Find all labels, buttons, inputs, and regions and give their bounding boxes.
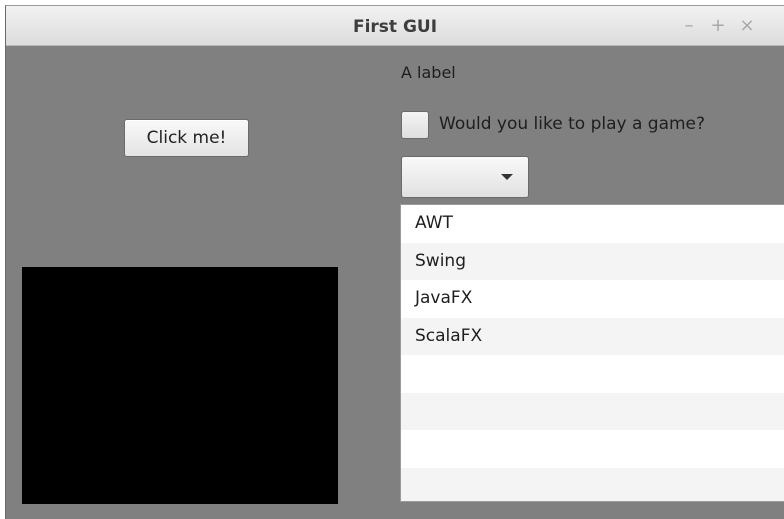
list-item-empty bbox=[401, 392, 784, 430]
combo-box[interactable] bbox=[401, 156, 529, 198]
list-item[interactable]: Swing bbox=[401, 242, 784, 280]
list-item-empty bbox=[401, 467, 784, 501]
play-game-checkbox[interactable] bbox=[401, 111, 429, 139]
main-window: First GUI – + × A label Click me! Would … bbox=[5, 5, 784, 519]
title-bar[interactable]: First GUI – + × bbox=[6, 6, 784, 46]
maximize-icon[interactable]: + bbox=[707, 6, 729, 46]
list-item[interactable]: AWT bbox=[401, 205, 784, 243]
window-title: First GUI bbox=[352, 17, 438, 37]
list-item-empty bbox=[401, 355, 784, 393]
black-canvas bbox=[22, 267, 338, 504]
chevron-down-icon[interactable] bbox=[501, 174, 513, 180]
play-game-checkbox-label[interactable]: Would you like to play a game? bbox=[439, 114, 705, 134]
minimize-icon[interactable]: – bbox=[678, 6, 700, 46]
list-item[interactable]: JavaFX bbox=[401, 280, 784, 318]
list-item[interactable]: ScalaFX bbox=[401, 317, 784, 355]
click-me-button[interactable]: Click me! bbox=[124, 119, 249, 157]
a-label: A label bbox=[401, 63, 456, 82]
framework-list[interactable]: AWT Swing JavaFX ScalaFX bbox=[400, 204, 784, 502]
list-item-empty bbox=[401, 430, 784, 468]
close-icon[interactable]: × bbox=[736, 6, 758, 46]
